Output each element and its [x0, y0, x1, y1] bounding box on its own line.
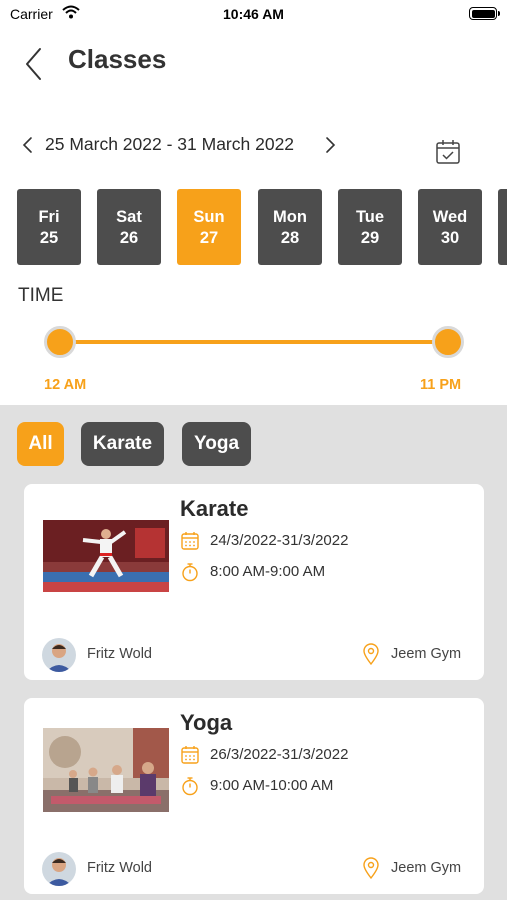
location-pin-icon: [362, 642, 380, 666]
class-title: Karate: [180, 496, 249, 521]
trainer-name: Fritz Wold: [87, 860, 152, 876]
stopwatch-icon: [180, 776, 200, 796]
class-time: 8:00 AM-9:00 AM: [210, 563, 326, 580]
day-chip-next[interactable]: [498, 189, 507, 265]
calendar-button[interactable]: [434, 138, 462, 166]
chevron-left-icon: [22, 137, 32, 153]
yoga-thumbnail: [43, 728, 169, 812]
day-name: Sun: [193, 208, 225, 226]
day-chip-fri[interactable]: Fri 25: [17, 189, 81, 265]
class-location: Jeem Gym: [391, 860, 462, 876]
trainer-avatar: [42, 852, 76, 886]
calendar-icon: [180, 531, 200, 551]
previous-week-button[interactable]: [20, 135, 36, 155]
time-filter-label: TIME: [18, 285, 64, 306]
class-dates: 26/3/2022-31/3/2022: [210, 746, 349, 763]
back-button[interactable]: [20, 44, 50, 84]
class-time: 9:00 AM-10:00 AM: [210, 777, 334, 794]
day-chip-wed[interactable]: Wed 30: [418, 189, 482, 265]
class-card-karate[interactable]: Karate 24/3/2022-31/3/2022 8:00 AM-9:00 …: [24, 484, 484, 680]
class-card-yoga[interactable]: Yoga 26/3/2022-31/3/2022 9:00 AM-10:00 A…: [24, 698, 484, 894]
stopwatch-icon: [180, 562, 200, 582]
day-number: 28: [280, 229, 300, 247]
status-bar: Carrier 10:46 AM: [0, 0, 507, 28]
trainer-name: Fritz Wold: [87, 646, 152, 662]
page-title: Classes: [68, 44, 167, 74]
class-location: Jeem Gym: [391, 646, 462, 662]
class-title: Yoga: [180, 710, 233, 735]
time-range-min-handle[interactable]: [44, 326, 76, 358]
day-number: 25: [39, 229, 59, 247]
class-dates: 24/3/2022-31/3/2022: [210, 532, 349, 549]
week-range-label: 25 March 2022 - 31 March 2022: [45, 134, 295, 154]
day-number: 30: [440, 229, 460, 247]
time-max-label: 11 PM: [420, 377, 462, 393]
next-week-button[interactable]: [322, 135, 338, 155]
calendar-icon: [180, 745, 200, 765]
day-chip-tue[interactable]: Tue 29: [338, 189, 402, 265]
status-time: 10:46 AM: [223, 6, 284, 22]
calendar-check-icon: [436, 140, 460, 164]
day-name: Mon: [273, 208, 307, 226]
day-chip-sat[interactable]: Sat 26: [97, 189, 161, 265]
time-range-track[interactable]: [60, 340, 448, 344]
time-min-label: 12 AM: [44, 377, 87, 393]
time-range-max-handle[interactable]: [432, 326, 464, 358]
filter-karate-button[interactable]: Karate: [81, 422, 164, 466]
day-number: 29: [360, 229, 380, 247]
day-chip-mon[interactable]: Mon 28: [258, 189, 322, 265]
battery-icon: [469, 7, 500, 20]
location-pin-icon: [362, 856, 380, 880]
day-name: Tue: [355, 208, 385, 226]
day-number: 27: [199, 229, 219, 247]
day-name: Fri: [38, 208, 60, 226]
karate-thumbnail: [43, 520, 169, 592]
day-name: Sat: [116, 208, 142, 226]
chevron-right-icon: [326, 137, 336, 153]
chevron-left-icon: [26, 48, 41, 80]
trainer-avatar: [42, 638, 76, 672]
filter-all-button[interactable]: All: [17, 422, 64, 466]
day-name: Wed: [432, 208, 468, 226]
day-selector: Fri 25 Sat 26 Sun 27 Mon 28 Tue 29 Wed 3…: [17, 189, 507, 265]
filter-yoga-button[interactable]: Yoga: [182, 422, 251, 466]
day-chip-sun[interactable]: Sun 27: [177, 189, 241, 265]
day-number: 26: [119, 229, 139, 247]
